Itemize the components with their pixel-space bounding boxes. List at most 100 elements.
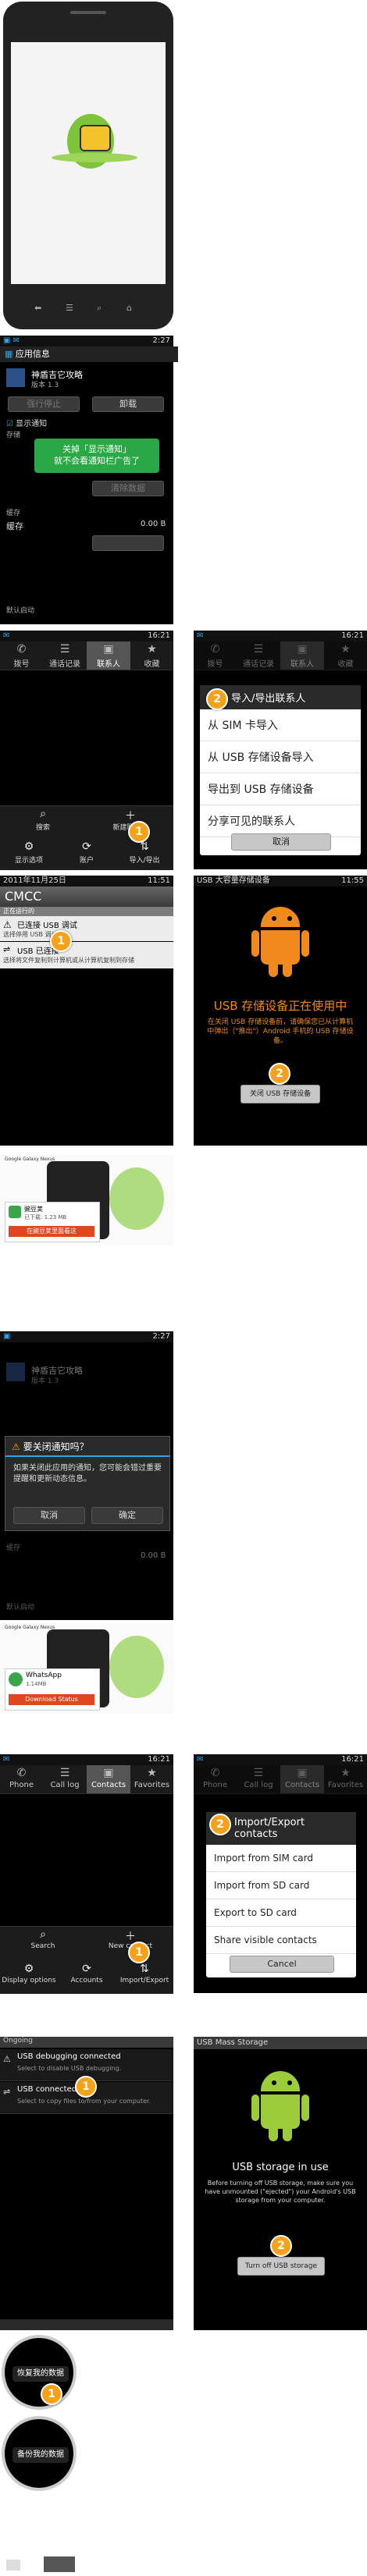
menu-accounts[interactable]: ⟳ Accounts [58, 1963, 116, 1984]
download-status-button[interactable]: Download Status [9, 1694, 94, 1705]
menu-import-export[interactable]: ⇅ Import/Export [116, 1963, 173, 1984]
tab-favorites[interactable]: ★ 收藏 [130, 641, 173, 670]
cancel-button[interactable]: Cancel [230, 1956, 334, 1973]
contacts-icon: ▣ [297, 643, 308, 656]
clear-cache-button[interactable] [92, 535, 164, 551]
back-key-icon[interactable]: ⬅ [34, 303, 41, 313]
option-import-sd[interactable]: Import from SD card [206, 1872, 356, 1899]
restore-bubble[interactable]: 恢复我的数据 [2, 2335, 77, 2410]
dialog-title-text: 要关闭通知吗？ [23, 1441, 89, 1452]
tab-dialer[interactable]: ✆ 拨号 [194, 641, 237, 670]
step-marker: 2 [269, 1063, 290, 1085]
tab-call-log[interactable]: ☰ Call log [237, 1765, 280, 1793]
download-card[interactable]: 豌豆荚 已下载: 1.23 MB 在豌豆荚里面看这 [5, 1202, 100, 1242]
app-icon [6, 1363, 25, 1381]
home-key-icon[interactable]: ⌂ [126, 303, 132, 313]
menu-display-options[interactable]: ⚙ Display options [0, 1963, 58, 1984]
add-contact-icon: ＋ [125, 810, 136, 823]
phone-screen [11, 42, 166, 284]
option-import-usb[interactable]: 从 USB 存储设备导入 [200, 741, 361, 773]
download-status-button[interactable]: 在豌豆荚里面看这 [9, 1226, 94, 1237]
cache-section-label: 缓存 [6, 1544, 21, 1552]
download-card[interactable]: WhatsApp 1.14MB Download Status [5, 1668, 100, 1711]
tab-label: 联系人 [97, 660, 120, 669]
peas-mascot-icon [109, 1636, 164, 1698]
force-stop-button[interactable]: 强行停止 [8, 396, 80, 412]
call-log-icon: ☰ [253, 1767, 264, 1779]
tab-favorites[interactable]: ★ Favorites [324, 1765, 367, 1793]
app-name: 豌豆荚 [24, 1206, 43, 1213]
footer-swatch-light [6, 2560, 20, 2571]
tab-label: Favorites [134, 1781, 170, 1789]
tab-call-log[interactable]: ☰ 通话记录 [43, 641, 87, 670]
tab-contacts[interactable]: ▣ 联系人 [280, 641, 324, 670]
whatsapp-icon [9, 1672, 23, 1686]
warning-icon: ⚠ [12, 1441, 20, 1452]
tab-label: 通话记录 [243, 660, 274, 669]
screen-notifications-cn: 2011年11月25日 11:51 CMCC 正在运行的 ⚠ 已连接 USB 调试… [0, 876, 173, 1146]
phone-icon: ✆ [210, 643, 220, 656]
cache-section-label: 缓存 [6, 510, 21, 517]
tab-contacts[interactable]: ▣ Contacts [280, 1765, 324, 1793]
menu-accounts[interactable]: ⟳ 账户 [58, 840, 116, 865]
tab-phone[interactable]: ✆ Phone [0, 1765, 43, 1793]
page-title: USB Mass Storage [197, 2038, 269, 2047]
tab-favorites[interactable]: ★ Favorites [130, 1765, 173, 1793]
app-version: 版本 1.3 [31, 382, 59, 389]
menu-display-options[interactable]: ⚙ 显示选项 [0, 840, 58, 865]
tab-call-log[interactable]: ☰ 通话记录 [237, 641, 280, 670]
uninstall-button[interactable]: 卸载 [92, 396, 164, 412]
option-export-usb[interactable]: 导出到 USB 存储设备 [200, 773, 361, 805]
checkbox-icon[interactable]: ☑ [6, 420, 13, 428]
phone-icon: ✆ [16, 1767, 27, 1779]
tab-call-log[interactable]: ☰ Call log [43, 1765, 87, 1793]
options-menu: ⌕Search ＋New contact ⚙Display options ⟳A… [0, 1926, 173, 1994]
option-share-visible[interactable]: Share visible contacts [206, 1927, 356, 1954]
tab-label: 联系人 [290, 660, 314, 669]
notification-title: USB debugging connected [17, 2052, 121, 2061]
usb-connected-notification[interactable]: ⇌ USB 已连接 选择将文件复制到计算机或从计算机复制到存储 [0, 942, 173, 968]
status-bar: ✉ 16:21 [194, 631, 367, 641]
tab-contacts[interactable]: ▣ 联系人 [87, 641, 130, 670]
status-time: 16:21 [148, 631, 170, 640]
tab-favorites[interactable]: ★ 收藏 [324, 641, 367, 670]
tab-label: 收藏 [144, 660, 160, 669]
step-marker: 1 [128, 821, 150, 843]
cancel-button[interactable]: 取消 [13, 1507, 85, 1524]
contacts-icon: ▣ [103, 1767, 114, 1779]
search-key-icon[interactable]: ⌕ [97, 303, 102, 314]
status-time: 2:27 [152, 1332, 170, 1341]
status-time: 16:21 [341, 631, 364, 640]
notification-sub: Select to disable USB debugging. [17, 2065, 122, 2072]
tab-dialer[interactable]: ✆ 拨号 [0, 641, 43, 670]
step-marker: 2 [206, 688, 228, 710]
tab-contacts[interactable]: ▣ Contacts [87, 1765, 130, 1793]
clear-data-button[interactable]: 清除数据 [92, 481, 164, 496]
option-share-visible[interactable]: 分享可见的联系人 [200, 805, 361, 837]
menu-search[interactable]: ⌕ Search [8, 1928, 78, 1950]
menu-label: 搜索 [35, 824, 50, 832]
menu-key-icon[interactable]: ☰ [66, 303, 73, 313]
screen-notifications-en: Ongoing ⚠ USB debugging connected Select… [0, 2037, 173, 2330]
show-notice-label: 显示通知 [16, 420, 48, 428]
show-notice-row[interactable]: ☑ 显示通知 [6, 417, 47, 428]
shade-handle[interactable] [0, 2319, 173, 2330]
turn-off-usb-button[interactable]: Turn off USB storage [237, 2257, 325, 2276]
backup-bubble[interactable]: 备份我的数据 [2, 2416, 77, 2491]
menu-search[interactable]: ⌕ 搜索 [8, 808, 78, 832]
settings-icon: ▦ [5, 349, 13, 359]
turn-off-usb-button[interactable]: 关闭 USB 存储设备 [241, 1085, 320, 1103]
option-import-sim[interactable]: Import from SIM card [206, 1845, 356, 1872]
step-marker: 1 [50, 930, 72, 952]
usb-debug-notification[interactable]: ⚠ 已连接 USB 调试 选择停用 USB 调试。 [0, 916, 173, 941]
cancel-button[interactable]: 取消 [231, 833, 331, 851]
screen-usb-storage-en: USB Mass Storage USB storage in use Befo… [194, 2037, 367, 2330]
option-import-sim[interactable]: 从 SIM 卡导入 [200, 709, 361, 741]
page-title: 应用信息 [15, 349, 50, 359]
ongoing-header: 正在运行的 [0, 907, 173, 916]
menu-import-export[interactable]: ⇅ 导入/导出 [116, 840, 173, 865]
ok-button[interactable]: 确定 [91, 1507, 163, 1524]
screen-contacts-menu-cn: ✉16:21 ✆拨号 ☰通话记录 ▣联系人 ★收藏 ⌕搜索 ＋新建联系人 ⚙显示… [0, 631, 173, 870]
tab-phone[interactable]: ✆ Phone [194, 1765, 237, 1793]
option-export-sd[interactable]: Export to SD card [206, 1899, 356, 1927]
